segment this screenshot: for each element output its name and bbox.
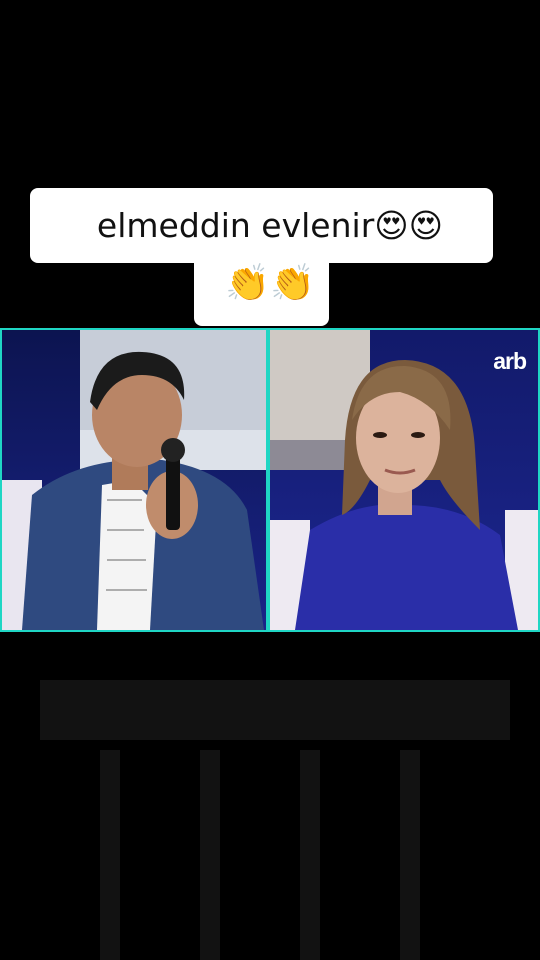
caption-line-1: elmeddin evlenir😍😍 bbox=[96, 206, 444, 245]
video-frame[interactable]: arb bbox=[0, 328, 540, 632]
channel-logo: arb bbox=[493, 348, 527, 374]
woman-listening-icon bbox=[270, 330, 538, 630]
man-with-microphone-icon bbox=[2, 330, 266, 630]
left-video-panel bbox=[0, 328, 268, 632]
caption-line-2: 👏👏 bbox=[225, 263, 315, 304]
faint-background-overlay bbox=[40, 680, 510, 960]
right-video-panel: arb bbox=[268, 328, 540, 632]
